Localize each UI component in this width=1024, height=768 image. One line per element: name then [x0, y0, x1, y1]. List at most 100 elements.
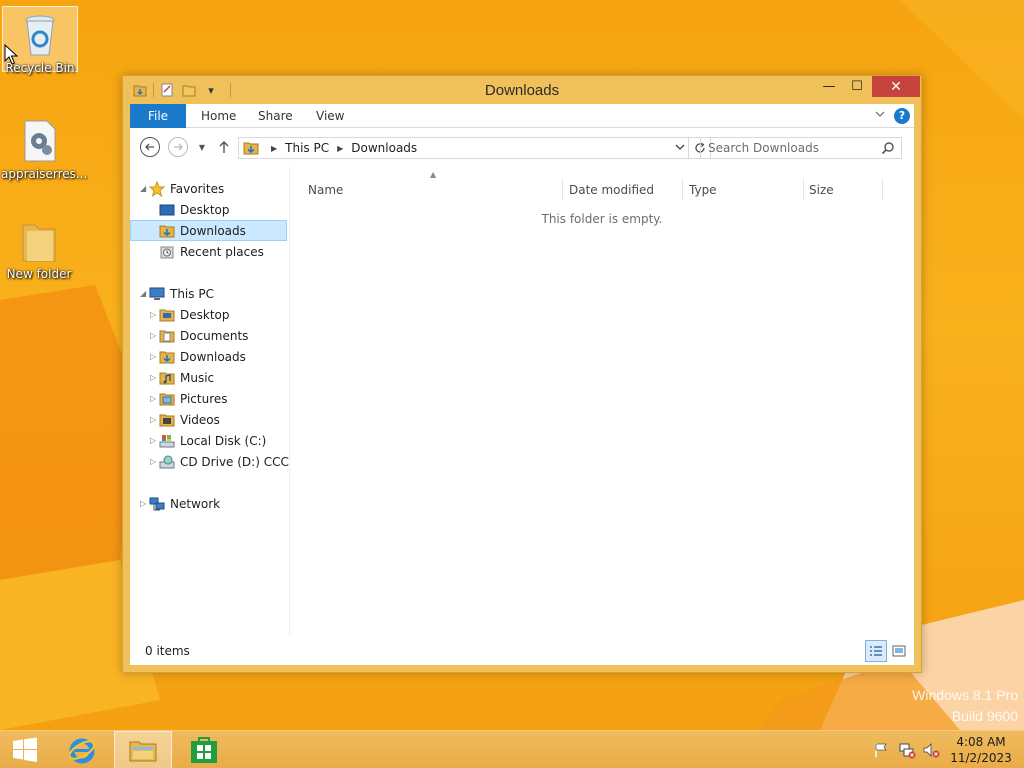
tree-favorites-downloads[interactable]: Downloads: [130, 220, 287, 241]
volume-muted-icon[interactable]: [922, 741, 940, 759]
column-separator[interactable]: [882, 179, 883, 201]
column-separator[interactable]: [682, 179, 683, 201]
tree-label: Videos: [180, 412, 220, 427]
address-bar[interactable]: ▶ This PC ▶ Downloads: [238, 137, 689, 159]
tree-this-pc-desktop[interactable]: ▷ Desktop: [130, 304, 288, 325]
back-arrow-icon: [145, 143, 154, 151]
tree-label: Documents: [180, 328, 249, 343]
back-button[interactable]: [140, 137, 160, 157]
tree-this-pc-downloads[interactable]: ▷ Downloads: [130, 346, 288, 367]
tree-this-pc-documents[interactable]: ▷ Documents: [130, 325, 288, 346]
tree-label: Favorites: [170, 181, 225, 196]
search-icon[interactable]: [881, 141, 895, 155]
tree-label: Desktop: [180, 202, 230, 217]
tree-this-pc-videos[interactable]: ▷ Videos: [130, 409, 288, 430]
column-header-name[interactable]: Name: [308, 183, 343, 203]
tree-favorites-desktop[interactable]: Desktop: [130, 199, 288, 220]
tree-favorites[interactable]: ◢ Favorites: [130, 178, 288, 199]
navigation-bar: ▼ ▶ This PC ▶ Downloads: [130, 128, 914, 166]
recycle-bin-icon: [25, 15, 55, 56]
start-button[interactable]: [0, 731, 50, 768]
search-input[interactable]: [701, 138, 871, 158]
column-separator[interactable]: [803, 179, 804, 201]
tree-this-pc-pictures[interactable]: ▷ Pictures: [130, 388, 288, 409]
mouse-cursor-icon: [4, 44, 18, 65]
downloads-folder-icon: [159, 351, 175, 363]
large-icons-view-icon: [892, 645, 906, 657]
tab-home[interactable]: Home: [187, 104, 250, 128]
pictures-folder-icon: [159, 393, 175, 405]
tree-favorites-recent-places[interactable]: Recent places: [130, 241, 288, 262]
downloads-folder-icon: [159, 225, 175, 237]
tree-label: Recent places: [180, 244, 264, 259]
navigation-pane: ◢ Favorites Desktop Downloads Recent pla…: [130, 166, 290, 635]
address-dropdown-chevron-icon[interactable]: [674, 141, 686, 156]
breadcrumb-separator-icon: ▶: [271, 143, 278, 153]
desktop-folder-icon: [159, 309, 175, 321]
tree-network[interactable]: ▷ Network: [130, 493, 288, 514]
file-list-pane[interactable]: ▲ Name Date modified Type Size This fold…: [290, 166, 914, 635]
minimize-button[interactable]: —: [815, 76, 843, 97]
internet-explorer-button[interactable]: [54, 731, 110, 768]
recent-locations-chevron-icon[interactable]: ▼: [192, 137, 212, 157]
tab-file[interactable]: File: [130, 104, 186, 128]
desktop-icon-label: New folder: [6, 267, 72, 281]
ribbon-tab-bar: File Home Share View ?: [130, 104, 914, 128]
desktop-icon-label: appraiserres...: [1, 167, 88, 181]
title-bar[interactable]: ▾ Downloads — ☐ ✕: [123, 76, 921, 104]
close-button[interactable]: ✕: [872, 76, 920, 97]
expand-arrow-icon[interactable]: ▷: [150, 436, 156, 445]
window-client-area: File Home Share View ? ▼ ▶ This PC ▶ Dow…: [130, 104, 914, 665]
column-header-size[interactable]: Size: [809, 183, 834, 203]
expand-arrow-icon[interactable]: ▷: [150, 394, 156, 403]
collapse-arrow-icon[interactable]: ◢: [140, 289, 146, 298]
search-box[interactable]: [700, 137, 902, 159]
up-button[interactable]: [214, 137, 234, 157]
tree-this-pc-local-disk[interactable]: ▷ Local Disk (C:): [130, 430, 288, 451]
expand-ribbon-chevron-icon[interactable]: [872, 108, 888, 124]
action-center-flag-icon[interactable]: [872, 741, 890, 759]
file-explorer-window: ▾ Downloads — ☐ ✕ File Home Share View ?: [122, 75, 922, 673]
maximize-button[interactable]: ☐: [843, 76, 871, 97]
column-header-type[interactable]: Type: [689, 183, 717, 203]
file-explorer-taskbar-button[interactable]: [114, 731, 172, 768]
expand-arrow-icon[interactable]: ▷: [150, 352, 156, 361]
expand-arrow-icon[interactable]: ▷: [150, 310, 156, 319]
windows-watermark: Windows 8.1 Pro Build 9600: [912, 685, 1018, 727]
column-separator[interactable]: [562, 179, 563, 201]
favorites-star-icon: [149, 180, 165, 197]
expand-arrow-icon[interactable]: ▷: [150, 331, 156, 340]
watermark-build: Build 9600: [951, 708, 1018, 724]
network-icon[interactable]: [898, 741, 916, 759]
column-header-date-modified[interactable]: Date modified: [569, 183, 654, 203]
tree-this-pc-cd-drive[interactable]: ▷ CD Drive (D:) CCCOI: [130, 451, 289, 472]
documents-folder-icon: [159, 330, 175, 342]
expand-arrow-icon[interactable]: ▷: [140, 499, 146, 508]
details-view-button[interactable]: [865, 640, 887, 662]
tree-this-pc-music[interactable]: ▷ Music: [130, 367, 288, 388]
help-icon[interactable]: ?: [894, 108, 910, 124]
desktop-icon-appraiserres[interactable]: appraiserres...: [1, 113, 87, 181]
up-arrow-icon: [219, 141, 229, 153]
details-view-icon: [870, 646, 882, 656]
system-clock[interactable]: 4:08 AM 11/2/2023: [946, 734, 1016, 766]
recent-places-icon: [160, 246, 174, 258]
store-button[interactable]: [176, 731, 232, 768]
expand-arrow-icon[interactable]: ▷: [150, 457, 156, 466]
watermark-edition: Windows 8.1 Pro: [912, 687, 1018, 703]
forward-button[interactable]: [168, 137, 188, 157]
tree-label: Downloads: [180, 349, 246, 364]
expand-arrow-icon[interactable]: ▷: [150, 415, 156, 424]
tab-share[interactable]: Share: [244, 104, 307, 128]
tree-this-pc[interactable]: ◢ This PC: [130, 283, 288, 304]
clock-time: 4:08 AM: [956, 735, 1006, 749]
tree-label: This PC: [170, 286, 214, 301]
breadcrumb-downloads[interactable]: Downloads: [351, 141, 417, 155]
collapse-arrow-icon[interactable]: ◢: [140, 184, 146, 193]
window-title: Downloads: [484, 82, 560, 99]
breadcrumb-this-pc[interactable]: This PC: [285, 141, 329, 155]
desktop-icon-new-folder[interactable]: New folder: [1, 213, 77, 281]
expand-arrow-icon[interactable]: ▷: [150, 373, 156, 382]
large-icons-view-button[interactable]: [888, 640, 910, 662]
tab-view[interactable]: View: [302, 104, 358, 128]
